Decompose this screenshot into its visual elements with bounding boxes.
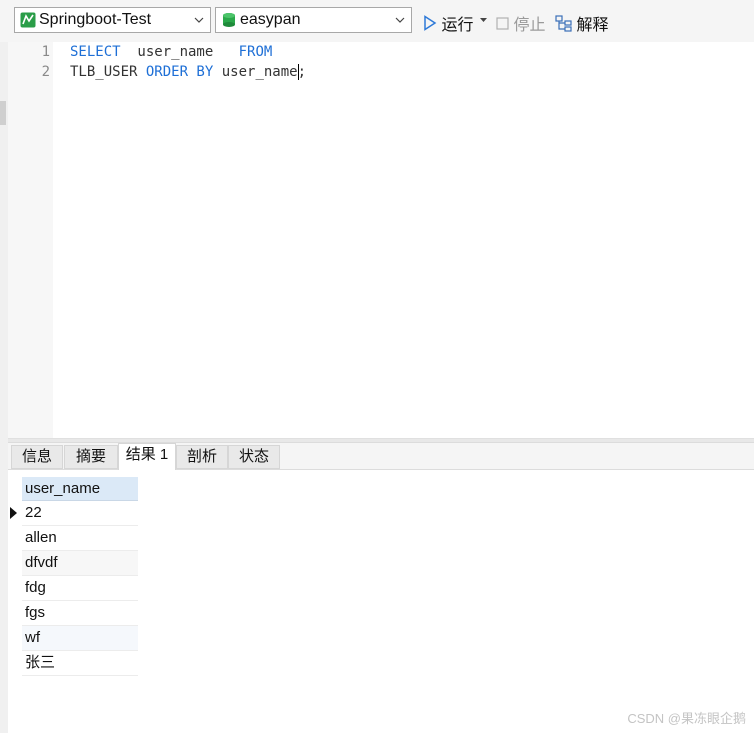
stop-label: 停止 — [513, 17, 546, 34]
sql-identifier: user_name — [120, 44, 239, 60]
explain-icon — [555, 14, 572, 32]
sql-editor[interactable]: 1 2 SELECT user_name FROM TLB_USER ORDER… — [8, 42, 754, 438]
sql-keyword: ORDER BY — [145, 64, 214, 80]
mysql-connection-icon — [20, 12, 36, 28]
cell-user-name: allen — [25, 529, 57, 546]
table-row[interactable]: allen — [22, 526, 138, 551]
play-icon — [424, 15, 437, 31]
stop-icon — [496, 16, 509, 30]
table-row[interactable]: dfvdf — [22, 551, 138, 576]
cell-user-name: wf — [25, 629, 40, 646]
result-tabs: 信息 摘要 结果 1 剖析 状态 — [8, 443, 754, 470]
cell-user-name: 张三 — [25, 654, 56, 671]
line-number: 2 — [41, 64, 50, 80]
connection-select[interactable]: Springboot-Test — [14, 7, 211, 33]
cell-user-name: 22 — [25, 504, 42, 521]
table-row[interactable]: fgs — [22, 601, 138, 626]
code-line-1[interactable]: SELECT user_name FROM — [70, 44, 272, 60]
results-panel: user_name 22 allen dfvdf fdg fgs wf 张三 C… — [8, 470, 754, 733]
run-button[interactable]: 运行 — [423, 11, 474, 34]
line-number-gutter: 1 2 — [8, 42, 53, 438]
result-grid[interactable]: user_name 22 allen dfvdf fdg fgs wf 张三 — [10, 477, 138, 676]
connection-name: Springboot-Test — [39, 11, 152, 28]
explain-label: 解释 — [576, 17, 609, 34]
code-line-2[interactable]: TLB_USER ORDER BY user_name; — [70, 64, 306, 80]
tab-info[interactable]: 信息 — [11, 445, 63, 469]
column-header-user-name[interactable]: user_name — [22, 477, 138, 501]
left-panel-edge — [0, 42, 8, 733]
explain-button[interactable]: 解释 — [555, 11, 609, 34]
tab-status[interactable]: 状态 — [228, 445, 280, 469]
run-label: 运行 — [441, 17, 474, 34]
sql-identifier: user_name — [213, 64, 298, 80]
tab-summary[interactable]: 摘要 — [64, 445, 118, 469]
tab-profile[interactable]: 剖析 — [176, 445, 228, 469]
panel-collapse-handle[interactable] — [0, 101, 6, 125]
sql-terminator: ; — [297, 64, 307, 80]
database-name: easypan — [240, 11, 301, 28]
database-icon — [223, 13, 235, 27]
table-row[interactable]: fdg — [22, 576, 138, 601]
current-row-pointer-icon — [10, 507, 17, 519]
sql-keyword: SELECT — [70, 44, 121, 60]
chevron-down-icon — [194, 17, 204, 23]
run-dropdown-icon[interactable] — [480, 18, 487, 23]
toolbar: Springboot-Test easypan 运行 停止 解释 — [0, 0, 754, 42]
tab-result-1[interactable]: 结果 1 — [118, 443, 176, 470]
table-row[interactable]: 张三 — [22, 651, 138, 676]
table-row[interactable]: 22 — [10, 501, 138, 526]
cell-user-name: fgs — [25, 604, 46, 621]
watermark: CSDN @果冻眼企鹅 — [627, 711, 746, 726]
database-select[interactable]: easypan — [215, 7, 412, 33]
cell-user-name: dfvdf — [25, 554, 58, 571]
table-row[interactable]: wf — [22, 626, 138, 651]
stop-button[interactable]: 停止 — [496, 11, 546, 34]
sql-keyword: FROM — [238, 44, 273, 60]
sql-identifier: TLB_USER — [70, 64, 146, 80]
chevron-down-icon — [395, 17, 405, 23]
cell-user-name: fdg — [25, 579, 46, 596]
line-number: 1 — [41, 44, 50, 60]
